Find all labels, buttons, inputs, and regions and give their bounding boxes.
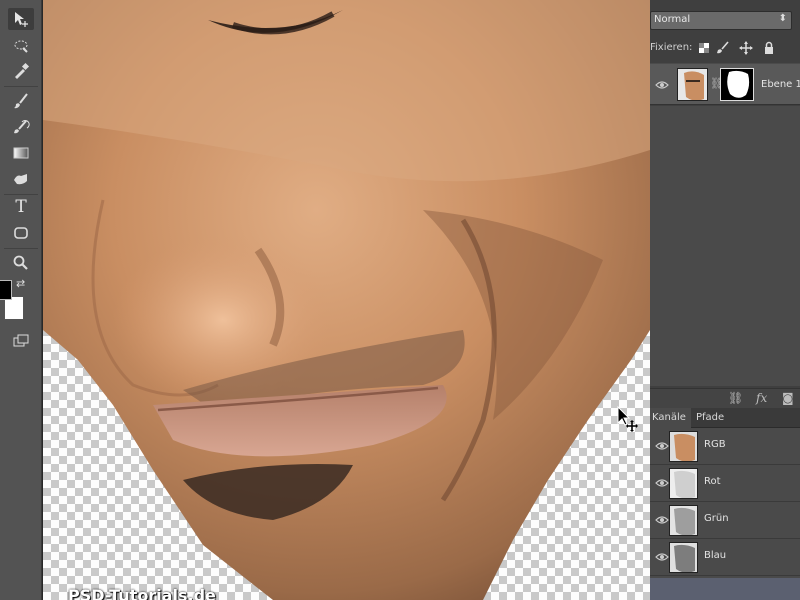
move-tool-icon[interactable] [8, 8, 34, 30]
tab-channels[interactable]: Kanäle [650, 408, 691, 428]
swap-colors-icon[interactable]: ⇄ [16, 277, 25, 290]
lock-image-pixels-icon[interactable] [716, 41, 730, 55]
tools-panel: T ⇄ [0, 0, 42, 600]
channel-name: RGB [704, 439, 726, 450]
zoom-tool-icon[interactable] [8, 252, 34, 274]
document-canvas[interactable]: PSD-Tutorials.de [43, 0, 650, 600]
foreground-color-swatch[interactable] [0, 280, 12, 300]
history-brush-tool-icon[interactable] [8, 116, 34, 138]
channel-visibility-eye-icon[interactable] [655, 441, 669, 451]
watermark-text: PSD-Tutorials.de [68, 586, 216, 600]
selected-channel-strip[interactable] [650, 578, 800, 600]
eyedropper-tool-icon[interactable] [8, 60, 34, 82]
layers-list-area [650, 106, 800, 386]
channel-row[interactable]: Grün [650, 502, 800, 539]
channel-visibility-eye-icon[interactable] [655, 552, 669, 562]
lock-transparent-pixels-icon[interactable] [697, 41, 711, 55]
add-mask-icon[interactable]: ◙ [782, 391, 794, 405]
type-tool-icon[interactable]: T [8, 196, 34, 218]
blur-tool-icon[interactable] [8, 168, 34, 190]
shape-tool-icon[interactable] [8, 222, 34, 244]
quick-selection-tool-icon[interactable] [8, 34, 34, 56]
gradient-tool-icon[interactable] [8, 142, 34, 164]
chevron-updown-icon: ⬍ [778, 13, 787, 24]
portrait-image [43, 0, 650, 600]
layer-row[interactable]: ⛓ Ebene 1 [650, 63, 800, 105]
channel-name: Grün [704, 513, 729, 524]
channel-row[interactable]: RGB [650, 428, 800, 465]
lock-all-icon[interactable] [762, 41, 776, 55]
channel-visibility-eye-icon[interactable] [655, 515, 669, 525]
channel-thumbnail [669, 505, 698, 536]
channel-thumbnail [669, 431, 698, 462]
channels-tabs: Kanäle Pfade [650, 408, 800, 428]
link-layers-icon[interactable]: ⛓ [728, 391, 743, 405]
layer-thumbnail[interactable] [677, 68, 708, 101]
layer-mask-thumbnail[interactable] [720, 68, 754, 101]
blend-mode-value: Normal [654, 14, 691, 25]
channels-list: RGB Rot Grün Blau [650, 428, 800, 600]
channel-thumbnail [669, 468, 698, 499]
layer-name[interactable]: Ebene 1 [761, 79, 800, 90]
channel-thumbnail [669, 542, 698, 573]
screen-mode-icon[interactable] [8, 330, 34, 352]
channel-visibility-eye-icon[interactable] [655, 478, 669, 488]
lock-label: Fixieren: [650, 42, 693, 53]
move-cursor-icon [617, 406, 638, 432]
layer-visibility-eye-icon[interactable] [655, 80, 669, 90]
channel-name: Rot [704, 476, 721, 487]
brush-tool-icon[interactable] [8, 90, 34, 112]
blend-mode-select[interactable]: Normal ⬍ [650, 11, 792, 30]
type-tool-glyph: T [15, 197, 27, 217]
layers-panel-footer: ⛓ fx ◙ [650, 388, 800, 408]
channel-name: Blau [704, 550, 727, 561]
channel-row[interactable]: Blau [650, 539, 800, 576]
fx-icon[interactable]: fx [756, 391, 767, 405]
channel-row[interactable]: Rot [650, 465, 800, 502]
tab-paths[interactable]: Pfade [696, 412, 724, 423]
lock-position-icon[interactable] [739, 41, 753, 55]
lock-options: Fixieren: [650, 40, 800, 58]
